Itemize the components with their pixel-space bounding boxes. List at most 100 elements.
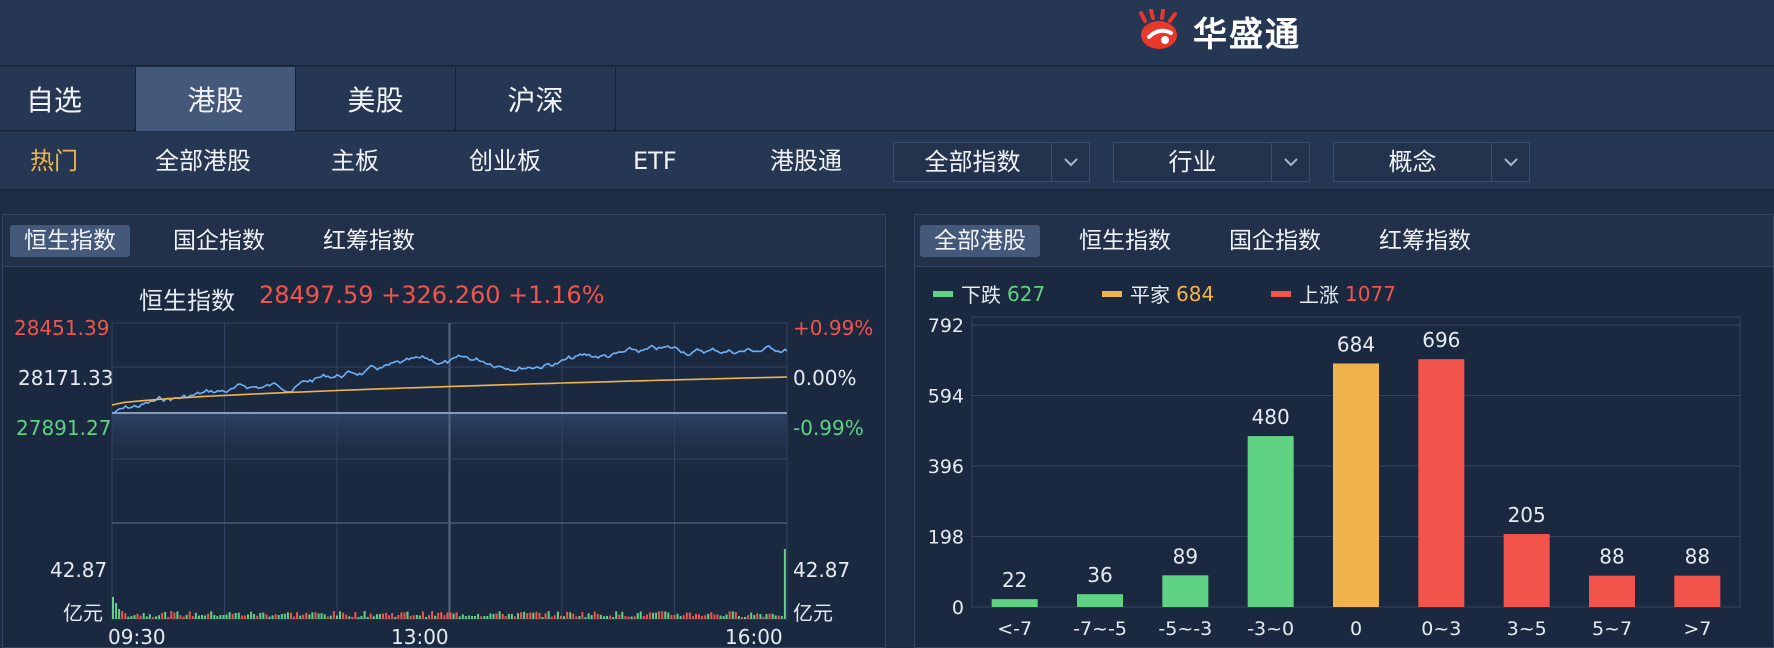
volume-bar [428,615,430,619]
logo-icon [1139,9,1177,49]
volume-bar [449,612,452,619]
tab-a-shares[interactable]: 沪深 [456,67,616,131]
bar-value-label: 88 [1685,545,1710,569]
volume-bar [523,611,526,619]
volume-bar [173,612,176,619]
volume-bar [556,611,559,619]
x-tick-label: 0 [1350,618,1362,640]
volume-bar [434,615,437,619]
bar [1589,575,1635,607]
volume-bar [351,616,354,619]
volume-bar [520,612,523,619]
tab-us-stocks[interactable]: 美股 [296,67,456,131]
volume-bar [290,612,292,619]
subtab-etf[interactable]: ETF [633,132,677,190]
y-tick-label: 198 [928,527,964,549]
bar-value-label: 684 [1337,332,1375,356]
volume-bar [602,616,605,619]
volume-bar [627,616,630,619]
volume-bar [440,612,443,619]
bar [1077,594,1123,607]
volume-bar [145,616,148,619]
volume-bar [443,615,446,619]
bar [1162,575,1209,607]
volume-bar [446,612,449,619]
volume-bar [348,616,351,619]
volume-max-right: 42.87 [793,558,851,582]
volume-bar [464,616,467,619]
volume-bar [501,614,504,619]
dropdown-industry-label: 行业 [1168,148,1217,176]
pct-high-label: +0.99% [793,316,874,340]
volume-bar [590,615,593,619]
volume-bar [480,616,483,619]
volume-bar [498,611,501,619]
price-high-label: 28451.39 [14,316,110,340]
volume-bar [756,613,759,619]
subtab-main-board[interactable]: 主板 [331,132,379,190]
dropdown-all-index[interactable]: 全部指数 [893,142,1090,182]
tab-hscci[interactable]: 红筹指数 [309,225,429,257]
bar-value-label: 22 [1002,568,1027,592]
volume-bar [336,615,338,619]
volume-bar [213,614,216,619]
volume-bar [204,615,206,619]
index-quote: 28497.59 +326.260 +1.16% [259,281,605,309]
bar [1674,575,1721,607]
volume-bar [201,615,203,619]
volume-bar [369,613,372,619]
volume-bar [599,614,602,619]
tab-hk-stocks[interactable]: 港股 [136,67,296,131]
volume-bar [253,614,256,619]
tab-hscei[interactable]: 国企指数 [159,225,279,257]
tab-hsi[interactable]: 恒生指数 [10,225,130,257]
subtab-all-hk[interactable]: 全部港股 [155,132,251,190]
volume-bar [759,614,762,619]
volume-bar [492,613,495,619]
volume-bar [127,616,130,619]
volume-bar [280,614,283,619]
subtab-hk-connect[interactable]: 港股通 [770,132,842,190]
volume-bar [575,616,578,619]
dropdown-concept[interactable]: 概念 [1333,142,1530,182]
volume-bar [538,612,541,619]
volume-bar [688,612,691,619]
x-tick-label: 5~7 [1592,618,1632,640]
volume-bar [765,614,768,619]
volume-bar [271,615,274,619]
volume-bar [231,613,234,619]
volume-bar [664,611,667,619]
volume-bar [728,611,731,619]
volume-bar [483,615,486,619]
volume-bar [741,616,743,619]
price-low-label: 27891.27 [16,416,112,440]
volume-bar [673,615,676,619]
bar [991,599,1038,607]
dropdown-industry[interactable]: 行业 [1113,142,1310,182]
volume-bar [133,615,136,619]
volume-bar [566,611,569,619]
volume-bar [188,611,191,619]
subtab-hot[interactable]: 热门 [30,132,78,190]
pct-base-label: 0.00% [793,366,857,390]
dropdown-all-index-label: 全部指数 [924,148,1021,176]
volume-bar [286,612,289,619]
volume-bar [158,615,160,619]
volume-bar [268,616,271,619]
volume-bar [191,616,194,619]
tab-watchlist[interactable]: 自选 [0,67,136,131]
volume-bar [667,612,670,619]
volume-bar [458,616,461,619]
volume-bar [691,616,694,619]
volume-bar [179,615,182,619]
volume-bar [207,613,210,619]
volume-bar [400,612,403,619]
subtab-gem[interactable]: 创业板 [469,132,541,190]
volume-bar [535,611,538,619]
volume-bar [437,612,440,619]
volume-bar [587,613,590,619]
volume-bar [639,611,642,619]
volume-bar [704,615,707,619]
volume-bar [621,611,624,619]
x-tick-label: -5~-3 [1158,618,1212,640]
